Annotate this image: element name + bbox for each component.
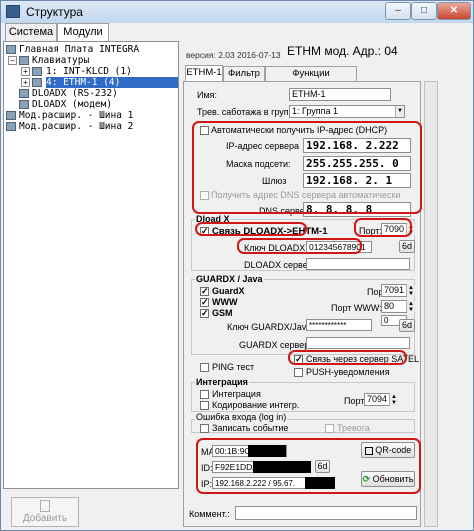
guardx-key-field[interactable]: ************ <box>306 319 372 331</box>
alarm-group-label: Трев. саботажа в группе: <box>197 107 302 117</box>
guardx-label: GuardX <box>212 286 245 296</box>
tree-item-bus-1[interactable]: Мод.расшир. - Шина 1 <box>19 110 133 121</box>
port-spinner[interactable]: ▲ ▼ <box>389 394 398 406</box>
integration-encoding-checkbox[interactable] <box>200 401 209 410</box>
title-bar: Структура – □ ✕ <box>1 1 473 23</box>
main-window: Структура – □ ✕ Система Модули Главная П… <box>0 0 474 531</box>
tree-item-mainboard[interactable]: Главная Плата INTEGRA <box>19 44 139 55</box>
app-icon <box>6 5 20 18</box>
www-label: WWW <box>212 297 238 307</box>
name-field[interactable]: ETHM-1 <box>289 88 391 101</box>
keypad-icon <box>19 56 29 65</box>
tree-item-keypads[interactable]: Клавиатуры <box>32 55 89 66</box>
guardx-checkbox[interactable]: ✓ <box>200 287 209 296</box>
tree-item-dloadx-rs232[interactable]: DLOADX (RS-232) <box>32 88 118 99</box>
tab-user-functions[interactable]: Функции пользователя <box>265 66 357 93</box>
add-button-label: Добавить <box>22 513 68 524</box>
record-event-label: Записать событие <box>212 423 289 433</box>
guardx-group-title: GUARDX / Java <box>195 274 264 284</box>
ping-label: PING тест <box>212 362 255 372</box>
modem-icon <box>19 100 29 109</box>
guardx-port-field[interactable]: 7091 <box>381 284 407 297</box>
guardx-key-label: Ключ GUARDX/Java: <box>227 322 314 332</box>
version-text: версия: 2.03 2016-07-13 <box>186 50 281 60</box>
www-port-label: Порт WWW: <box>331 303 382 313</box>
tab-ethm-1[interactable]: ETHM-1 <box>185 65 223 81</box>
tree-item-bus-2[interactable]: Мод.расшир. - Шина 2 <box>19 121 133 132</box>
guardx-server-label: GUARDX сервер: <box>239 340 312 350</box>
dloadx-generate-button[interactable]: 6d <box>399 240 415 253</box>
bus-icon <box>6 111 16 120</box>
www-checkbox[interactable]: ✓ <box>200 298 209 307</box>
add-icon <box>40 500 50 512</box>
push-checkbox[interactable] <box>294 368 303 377</box>
dloadx-server-label: DLOADX сервер: <box>244 260 316 270</box>
satel-highlight <box>288 350 407 365</box>
tree-item-dloadx-modem[interactable]: DLOADX (модем) <box>32 99 112 110</box>
tab-modules[interactable]: Модули <box>57 23 109 42</box>
guardx-generate-button[interactable]: 6d <box>399 319 415 332</box>
ethm-icon <box>32 78 42 87</box>
add-button[interactable]: Добавить <box>11 497 79 527</box>
www-port-field[interactable]: 80 <box>381 300 407 313</box>
window-title: Структура <box>26 5 83 19</box>
collapse-icon[interactable]: – <box>8 56 17 65</box>
comment-field[interactable] <box>235 506 417 520</box>
name-label: Имя: <box>197 90 218 100</box>
integration-port-field[interactable]: 7094 <box>364 393 390 406</box>
ping-checkbox[interactable] <box>200 363 209 372</box>
close-button[interactable]: ✕ <box>437 2 471 20</box>
integration-group-title: Интеграция <box>195 377 249 387</box>
tree-item-int-klcd[interactable]: 1: INT-KLCD (1) <box>46 66 178 77</box>
tab-ip-filter[interactable]: Фильтр IP <box>223 66 265 93</box>
keypad-device-icon <box>32 67 42 76</box>
dhcp-highlight <box>192 121 422 214</box>
mainboard-icon <box>6 45 16 54</box>
record-event-checkbox[interactable] <box>200 424 209 433</box>
chevron-down-icon[interactable]: ▼ <box>395 106 404 117</box>
port-spinner[interactable]: ▲ ▼ <box>406 285 415 297</box>
dloadx-port-highlight <box>354 218 412 237</box>
tree-item-ethm-1[interactable]: 4: ETHM-1 (4) <box>46 77 178 88</box>
alarm-group-select[interactable]: 1: Группа 1 <box>289 105 405 118</box>
integration-encoding-label: Кодирование интегр. <box>212 400 300 410</box>
login-error-group-title: Ошибка входа (log in) <box>195 412 288 422</box>
dloadx-key-highlight <box>237 238 362 254</box>
dloadx-icon <box>19 89 29 98</box>
integration-label: Интеграция <box>212 389 261 399</box>
bus-icon <box>6 122 16 131</box>
dloadx-server-field[interactable] <box>306 258 410 270</box>
expand-icon[interactable]: + <box>21 67 30 76</box>
tab-system[interactable]: Система <box>5 23 57 41</box>
dloadx-link-highlight <box>195 222 307 236</box>
alarm-checkbox[interactable] <box>325 424 334 433</box>
expand-icon[interactable]: + <box>21 78 30 87</box>
push-label: PUSH-уведомления <box>306 367 390 377</box>
port-spinner[interactable]: ▲ ▼ <box>406 301 415 313</box>
module-tree: Главная Плата INTEGRA – Клавиатуры + 1: … <box>3 41 179 489</box>
device-info-highlight <box>196 438 421 494</box>
comment-label: Коммент.: <box>189 509 230 519</box>
guardx-server-field[interactable] <box>306 337 410 349</box>
module-title: ETHM мод. Адр.: 04 <box>287 44 398 58</box>
alarm-label: Тревога <box>337 423 370 433</box>
integration-checkbox[interactable] <box>200 390 209 399</box>
scrollbar[interactable] <box>424 81 438 527</box>
maximize-button[interactable]: □ <box>411 2 437 20</box>
gsm-checkbox[interactable]: ✓ <box>200 309 209 318</box>
gsm-label: GSM <box>212 308 233 318</box>
minimize-button[interactable]: – <box>385 2 411 20</box>
